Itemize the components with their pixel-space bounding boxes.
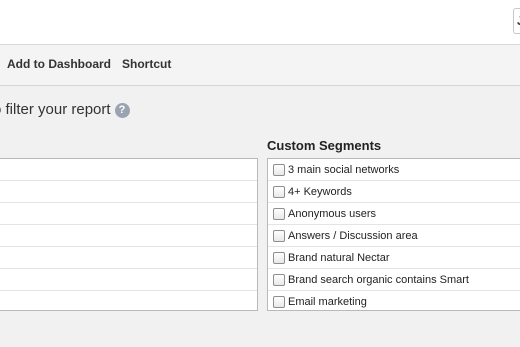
list-item[interactable] [0,291,257,313]
segment-checkbox[interactable] [273,207,285,220]
segment-row-brand-search-organic-smart[interactable]: Brand search organic contains Smart [268,269,520,291]
report-toolbar: Add to Dashboard Shortcut [0,45,520,86]
segment-checkbox[interactable] [273,185,285,198]
segment-row-3-main-social-networks[interactable]: 3 main social networks [268,159,520,181]
list-item[interactable] [0,203,257,225]
default-segments-list [0,158,258,311]
help-icon[interactable]: ? [114,103,130,118]
segment-panel: o filter your report? Custom Segments 3 … [0,86,520,347]
segment-label: Brand search organic contains Smart [288,273,469,286]
segment-row-email-marketing[interactable]: Email marketing [268,291,520,313]
segment-checkbox[interactable] [273,296,285,308]
add-to-dashboard-button[interactable]: Add to Dashboard [7,57,111,71]
segment-label: Anonymous users [288,207,377,220]
segment-label: 4+ Keywords [288,185,352,198]
segment-row-answers-discussion-area[interactable]: Answers / Discussion area [268,225,520,247]
filter-heading-text: o filter your report [0,101,111,118]
shortcut-button[interactable]: Shortcut [122,57,171,71]
list-item[interactable] [0,269,257,291]
top-right-dropdown[interactable]: J [513,8,520,34]
segment-row-anonymous-users[interactable]: Anonymous users [268,203,520,225]
segment-label: Brand natural Nectar [288,251,390,264]
segment-label: Answers / Discussion area [288,229,418,242]
segment-checkbox[interactable] [273,251,285,264]
segment-checkbox[interactable] [273,273,285,286]
segment-checkbox[interactable] [273,163,285,176]
segment-checkbox[interactable] [273,229,285,242]
list-item[interactable] [0,181,257,203]
segment-label: 3 main social networks [288,163,400,176]
custom-segments-title: Custom Segments [267,138,382,153]
segment-row-4-plus-keywords[interactable]: 4+ Keywords [268,181,520,203]
filter-heading: o filter your report? [0,101,130,118]
top-bar: J [0,0,520,45]
list-item[interactable] [0,225,257,247]
segment-row-brand-natural-nectar[interactable]: Brand natural Nectar [268,247,520,269]
custom-segments-list: 3 main social networks 4+ Keywords Anony… [267,158,520,311]
list-item[interactable] [0,247,257,269]
list-item[interactable] [0,159,257,181]
segment-label: Email marketing [288,296,367,308]
